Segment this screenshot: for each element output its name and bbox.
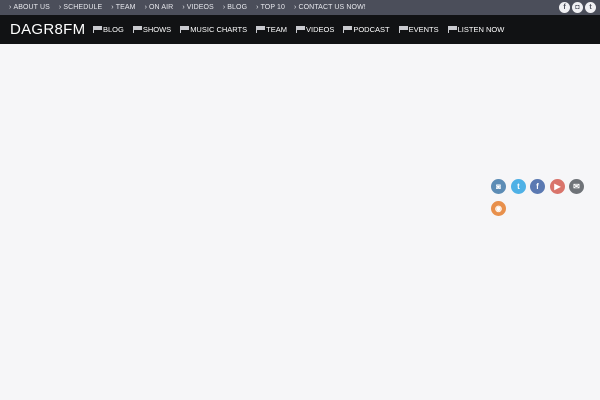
top-nav: › ABOUT US › SCHEDULE › TEAM › ON AIR › VIDEO… [9,0,375,15]
flag-icon [343,26,353,33]
flag-icon [93,26,102,33]
top-nav-label: VIDEOS [186,4,214,11]
nav-item-shows[interactable]: SHOWS [132,25,172,34]
top-social-links: f ◘ t [557,2,596,13]
top-nav-schedule[interactable]: › SCHEDULE [59,4,102,11]
nav-item-videos[interactable]: VIDEOS [295,25,335,34]
main-nav: BLOG SHOWS MUSIC CHARTS TEAM VIDEOS PODC… [93,15,513,44]
chevron-right-icon: › [9,4,12,11]
nav-item-events[interactable]: EVENTS [398,25,439,34]
top-nav-contact-us[interactable]: › CONTACT US NOW! [294,4,366,11]
top-nav-about-us[interactable]: › ABOUT US [9,4,50,11]
youtube-icon[interactable]: ▶ [550,179,565,194]
top-nav-label: CONTACT US NOW! [298,4,366,11]
nav-item-podcast[interactable]: PODCAST [343,25,390,34]
instagram-icon[interactable]: ◘ [572,2,583,13]
top-nav-team[interactable]: › TEAM [111,4,135,11]
nav-item-label: TEAM [266,25,287,34]
top-nav-blog[interactable]: › BLOG [223,4,247,11]
flag-icon [180,26,190,33]
twitter-icon[interactable]: t [585,2,596,13]
nav-item-label: SHOWS [142,25,172,34]
flag-icon [398,26,408,33]
top-nav-top-10[interactable]: › TOP 10 [256,4,285,11]
chevron-right-icon: › [256,4,259,11]
top-nav-label: SCHEDULE [63,4,103,11]
top-nav-on-air[interactable]: › ON AIR [145,4,174,11]
nav-item-label: PODCAST [353,25,390,34]
chevron-right-icon: › [182,4,185,11]
flag-icon [447,26,457,33]
facebook-icon[interactable]: f [559,2,570,13]
top-nav-label: BLOG [227,4,248,11]
twitter-icon[interactable]: t [511,179,526,194]
chevron-right-icon: › [294,4,297,11]
nav-item-label: LISTEN NOW [457,25,505,34]
facebook-icon[interactable]: f [530,179,545,194]
top-nav-videos[interactable]: › VIDEOS [182,4,214,11]
email-icon[interactable]: ✉ [569,179,584,194]
top-nav-label: ON AIR [149,4,174,11]
flag-icon [132,26,142,33]
nav-item-label: MUSIC CHARTS [190,25,248,34]
chevron-right-icon: › [144,4,147,11]
chevron-right-icon: › [111,4,114,11]
nav-item-label: BLOG [103,25,124,34]
nav-item-music-charts[interactable]: MUSIC CHARTS [180,25,247,34]
flag-icon [295,26,305,33]
instagram-icon[interactable]: ◙ [491,179,506,194]
nav-item-label: VIDEOS [305,25,335,34]
nav-item-team[interactable]: TEAM [256,25,287,34]
chevron-right-icon: › [58,4,62,11]
nav-item-listen-now[interactable]: LISTEN NOW [447,25,505,34]
top-nav-label: TEAM [115,4,136,11]
chevron-right-icon: › [222,4,226,11]
rss-icon[interactable]: ◉ [491,201,506,216]
nav-item-label: EVENTS [408,25,439,34]
flag-icon [256,26,266,33]
top-nav-label: TOP 10 [260,4,286,11]
nav-item-blog[interactable]: BLOG [93,25,124,34]
site-logo[interactable]: DAGR8FM [10,15,85,44]
top-nav-label: ABOUT US [13,4,50,11]
